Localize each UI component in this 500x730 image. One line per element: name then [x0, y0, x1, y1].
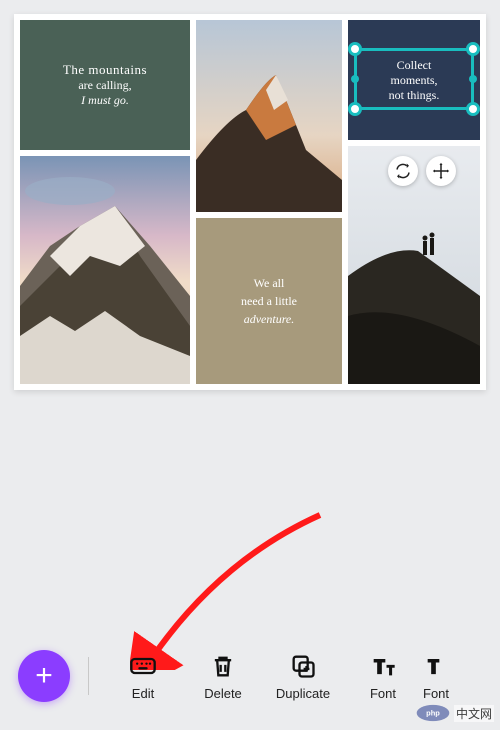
text-line: moments, [389, 73, 440, 88]
font-size-button[interactable]: Font [423, 652, 463, 701]
button-label: Duplicate [276, 686, 330, 701]
panel-photo-hikers[interactable] [348, 146, 480, 384]
font-icon [423, 652, 451, 680]
collage-canvas[interactable]: The mountains are calling, I must go. Co… [14, 14, 486, 390]
text-line: Collect [389, 58, 440, 73]
delete-button[interactable]: Delete [183, 652, 263, 701]
font-button[interactable]: Font [343, 652, 423, 701]
watermark-text: 中文网 [454, 705, 494, 722]
duplicate-icon [289, 652, 317, 680]
font-icon [369, 652, 397, 680]
text-line: are calling, [63, 78, 147, 93]
keyboard-icon [129, 652, 157, 680]
text-line: I must go. [63, 93, 147, 108]
text-line: need a little [241, 292, 297, 310]
button-label: Font [370, 686, 396, 701]
watermark: php 中文网 [416, 704, 494, 722]
panel-quote-mountains[interactable]: The mountains are calling, I must go. [20, 20, 190, 150]
add-button[interactable]: + [18, 650, 70, 702]
php-logo-icon: php [416, 704, 450, 722]
panel-photo-peak[interactable] [196, 20, 342, 212]
rotate-icon [394, 162, 412, 180]
duplicate-button[interactable]: Duplicate [263, 652, 343, 701]
panel-quote-adventure[interactable]: We all need a little adventure. [196, 218, 342, 384]
plus-icon: + [35, 659, 53, 693]
svg-text:php: php [426, 709, 440, 718]
text-line: We all [241, 274, 297, 292]
text-line: not things. [389, 88, 440, 103]
text-line: adventure. [241, 310, 297, 328]
rotate-button[interactable] [388, 156, 418, 186]
edit-button[interactable]: Edit [103, 652, 183, 701]
divider [88, 657, 89, 695]
panel-quote-collect[interactable]: Collect moments, not things. [348, 20, 480, 140]
panel-photo-snow-mountain[interactable] [20, 156, 190, 384]
trash-icon [209, 652, 237, 680]
text-line: The mountains [63, 62, 147, 78]
button-label: Delete [204, 686, 242, 701]
move-icon [432, 162, 450, 180]
move-button[interactable] [426, 156, 456, 186]
button-label: Edit [132, 686, 154, 701]
button-label: Font [423, 686, 449, 701]
